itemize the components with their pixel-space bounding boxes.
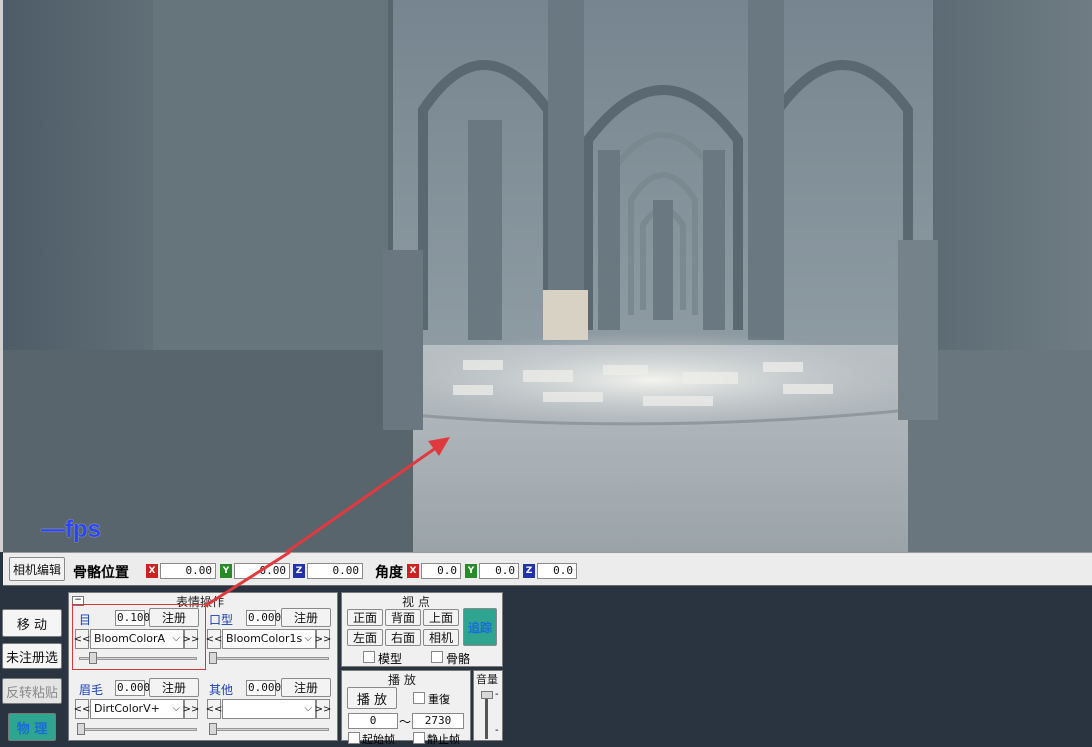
pos-x-field[interactable]: 0.00: [160, 563, 216, 579]
start-frame-checkbox[interactable]: [348, 732, 360, 744]
bone-checkbox-label: 骨骼: [446, 652, 471, 666]
mouth-morph-select-value: BloomColor1s: [226, 632, 303, 645]
view-left-button[interactable]: 左面: [347, 629, 383, 646]
angle-label: 角度: [375, 565, 403, 581]
other-prev-button[interactable]: <<: [206, 699, 222, 719]
stop-frame-checkbox[interactable]: [413, 732, 425, 744]
volume-min-tick: -: [495, 725, 499, 736]
other-register-button[interactable]: 注册: [281, 678, 331, 697]
eye-morph-select[interactable]: BloomColorA ⌵: [90, 629, 184, 649]
stop-frame-label: 静止帧: [427, 733, 460, 746]
move-button[interactable]: 移 动: [2, 609, 62, 637]
pos-z-axis-icon: Z: [293, 564, 305, 578]
brow-slider-track[interactable]: [79, 728, 197, 731]
other-morph-select[interactable]: ⌵: [222, 699, 316, 719]
repeat-label: 重復: [428, 693, 450, 706]
eye-register-button[interactable]: 注册: [149, 608, 199, 627]
volume-panel-title: 音量: [476, 673, 498, 686]
play-button[interactable]: 播 放: [347, 687, 397, 709]
pos-x-axis-icon: X: [146, 564, 158, 578]
view-front-button[interactable]: 正面: [347, 609, 383, 626]
chevron-down-icon: ⌵: [172, 633, 180, 644]
brow-register-button[interactable]: 注册: [149, 678, 199, 697]
rot-x-field[interactable]: 0.0: [421, 563, 461, 579]
chevron-down-icon: ⌵: [304, 703, 312, 714]
model-checkbox-label: 模型: [378, 652, 403, 666]
camera-edit-button[interactable]: 相机编辑: [9, 557, 65, 581]
volume-slider-thumb[interactable]: [481, 691, 493, 699]
eye-morph-select-value: BloomColorA: [94, 632, 166, 645]
volume-panel: 音量 - -: [473, 670, 503, 741]
eye-prev-button[interactable]: <<: [74, 629, 90, 649]
bone-position-label: 骨骼位置: [73, 565, 129, 581]
follow-button[interactable]: 追踪: [463, 608, 497, 646]
rot-x-axis-icon: X: [407, 564, 419, 578]
view-panel: 视 点 正面 背面 上面 左面 右面 相机 追踪 模型 骨骼: [341, 592, 503, 667]
chevron-down-icon: ⌵: [172, 703, 180, 714]
rot-z-field[interactable]: 0.0: [537, 563, 577, 579]
frame-range-tilde: 〜: [399, 715, 412, 729]
play-panel-title: 播 放: [388, 673, 416, 687]
view-panel-title: 视 点: [402, 595, 430, 609]
start-frame-label: 起始帧: [362, 733, 395, 746]
reverse-paste-button[interactable]: 反转粘贴: [2, 678, 62, 704]
brow-morph-select[interactable]: DirtColorV+ ⌵: [90, 699, 184, 719]
fps-counter: —fps: [41, 516, 101, 543]
3d-viewport[interactable]: —fps: [0, 0, 1092, 552]
play-panel: 播 放 播 放 重復 0 〜 2730 起始帧 静止帧: [341, 670, 471, 746]
rot-z-axis-icon: Z: [523, 564, 535, 578]
unregistered-select-button[interactable]: 未注册选: [2, 643, 62, 669]
view-top-button[interactable]: 上面: [423, 609, 459, 626]
expression-panel: 表情操作 − 目 0.100 注册 << BloomColorA ⌵ >> 口型 …: [68, 592, 338, 741]
other-value-field[interactable]: 0.000: [246, 680, 281, 696]
start-frame-field[interactable]: 0: [348, 713, 398, 729]
volume-max-tick: -: [495, 689, 499, 700]
brow-value-field[interactable]: 0.000: [115, 680, 150, 696]
view-back-button[interactable]: 背面: [385, 609, 421, 626]
mouth-label: 口型: [209, 613, 234, 627]
eye-value-field[interactable]: 0.100: [115, 610, 150, 626]
chevron-down-icon: ⌵: [304, 633, 312, 644]
scene-render: [3, 0, 1092, 552]
end-frame-field[interactable]: 2730: [412, 713, 464, 729]
other-next-button[interactable]: >>: [315, 699, 331, 719]
brow-label: 眉毛: [79, 683, 104, 697]
brow-prev-button[interactable]: <<: [74, 699, 90, 719]
brow-morph-select-value: DirtColorV+: [94, 702, 160, 715]
mouth-morph-select[interactable]: BloomColor1s ⌵: [222, 629, 316, 649]
pos-y-field[interactable]: 0.00: [234, 563, 290, 579]
mouth-slider-thumb[interactable]: [209, 652, 217, 664]
bone-position-bar: 相机编辑 骨骼位置 X 0.00 Y 0.00 Z 0.00 角度 X 0.0 …: [3, 552, 1092, 586]
other-slider-track[interactable]: [211, 728, 329, 731]
pos-y-axis-icon: Y: [220, 564, 232, 578]
eye-next-button[interactable]: >>: [183, 629, 199, 649]
rot-y-axis-icon: Y: [465, 564, 477, 578]
view-right-button[interactable]: 右面: [385, 629, 421, 646]
other-slider-thumb[interactable]: [209, 723, 217, 735]
rot-y-field[interactable]: 0.0: [479, 563, 519, 579]
mouth-value-field[interactable]: 0.000: [246, 610, 281, 626]
repeat-checkbox[interactable]: [413, 692, 425, 704]
bone-checkbox[interactable]: [431, 651, 443, 663]
mouth-slider-track[interactable]: [211, 657, 329, 660]
brow-slider-thumb[interactable]: [77, 723, 85, 735]
pos-z-field[interactable]: 0.00: [307, 563, 363, 579]
model-checkbox[interactable]: [363, 651, 375, 663]
eye-slider-thumb[interactable]: [89, 652, 97, 664]
brow-next-button[interactable]: >>: [183, 699, 199, 719]
view-camera-button[interactable]: 相机: [423, 629, 459, 646]
mouth-register-button[interactable]: 注册: [281, 608, 331, 627]
other-label: 其他: [209, 683, 234, 697]
physics-button[interactable]: 物 理: [8, 713, 56, 741]
mouth-prev-button[interactable]: <<: [206, 629, 222, 649]
eye-label: 目: [79, 613, 92, 627]
mouth-next-button[interactable]: >>: [315, 629, 331, 649]
